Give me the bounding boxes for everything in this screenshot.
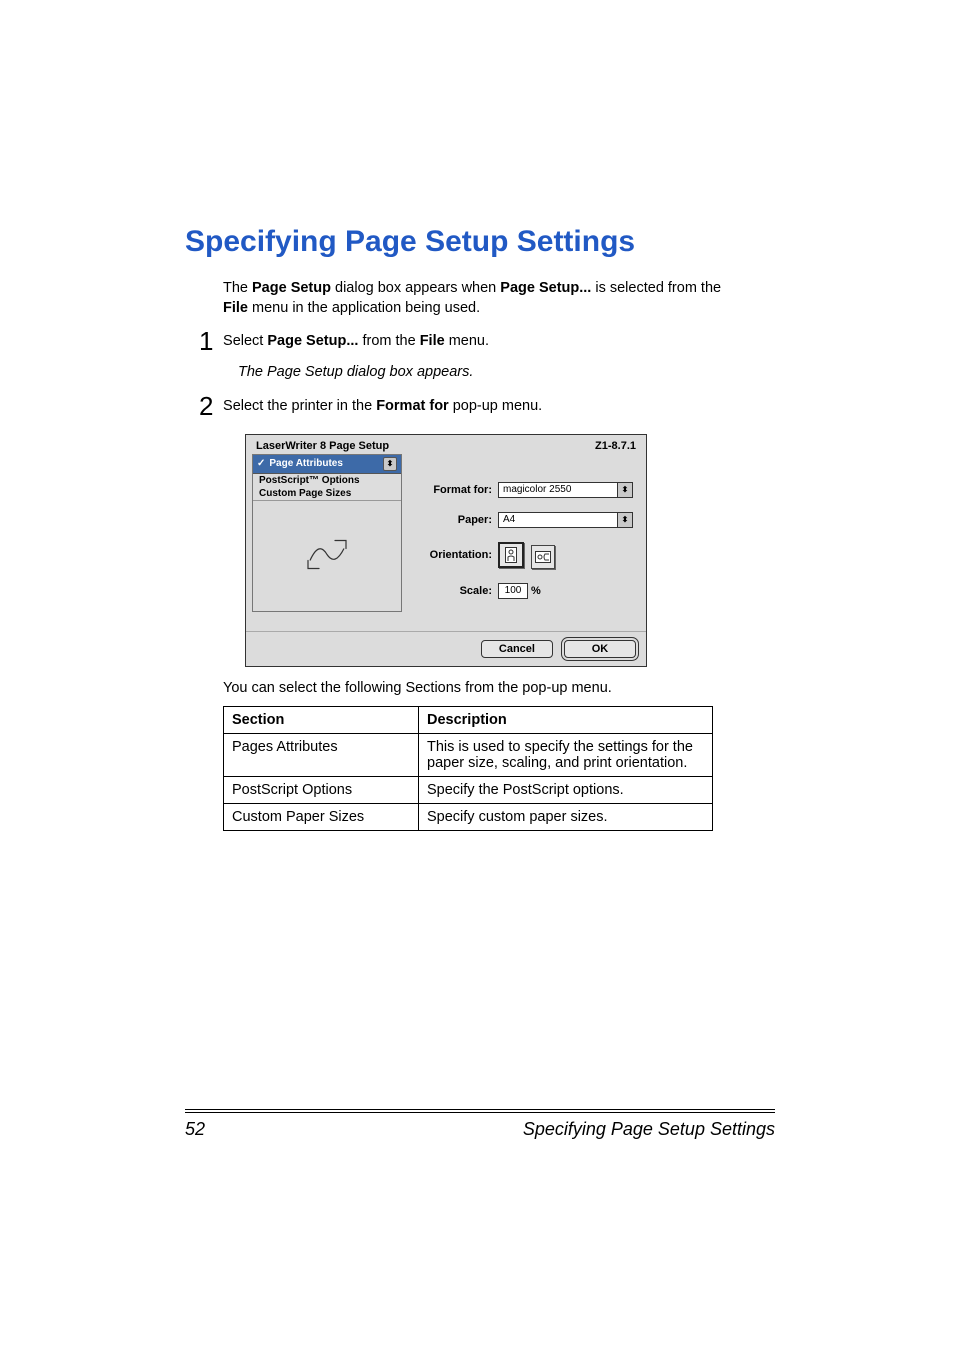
cell-description: This is used to specify the settings for…	[419, 734, 713, 777]
step-1: 1 Select Page Setup... from the File men…	[223, 324, 775, 383]
dialog-fields: Format for: magicolor 2550 ⬍ Paper: A4 ⬍	[402, 454, 646, 623]
scale-row: Scale: 100 %	[412, 583, 636, 599]
format-for-combo[interactable]: magicolor 2550 ⬍	[498, 482, 633, 498]
page-setup-dialog: LaserWriter 8 Page Setup Z1-8.7.1 ✓ Page …	[245, 434, 647, 667]
format-for-value: magicolor 2550	[498, 482, 618, 498]
menu-selected-label: Page Attributes	[269, 458, 343, 469]
text: from the	[358, 333, 419, 349]
orientation-label: Orientation:	[412, 549, 492, 561]
section-popup-menu[interactable]: ✓ Page Attributes ⬍ PostScript™ Options C…	[252, 454, 402, 612]
dialog-footer: Cancel OK	[246, 631, 646, 666]
menu-item-custom-sizes[interactable]: Custom Page Sizes	[253, 487, 401, 500]
bold-text: Format for	[376, 398, 449, 414]
table-row: Pages Attributes This is used to specify…	[224, 734, 713, 777]
page: Specifying Page Setup Settings The Page …	[0, 0, 954, 1350]
orientation-landscape-button[interactable]	[531, 545, 555, 569]
step-2: 2 Select the printer in the Format for p…	[223, 389, 775, 424]
dialog-titlebar: LaserWriter 8 Page Setup Z1-8.7.1	[246, 435, 646, 454]
dialog-body: ✓ Page Attributes ⬍ PostScript™ Options C…	[246, 454, 646, 631]
scale-unit: %	[531, 585, 541, 597]
ok-button[interactable]: OK	[564, 640, 636, 658]
page-heading: Specifying Page Setup Settings	[185, 225, 775, 259]
cell-section: Custom Paper Sizes	[224, 804, 419, 831]
page-footer: 52 Specifying Page Setup Settings	[185, 1112, 775, 1140]
step-text: Select Page Setup... from the File menu.	[223, 333, 489, 349]
step-number: 1	[199, 324, 219, 359]
text: Select	[223, 333, 267, 349]
table-row: PostScript Options Specify the PostScrip…	[224, 777, 713, 804]
text: pop-up menu.	[449, 398, 543, 414]
format-for-label: Format for:	[412, 484, 492, 496]
intro-bold-file: File	[223, 300, 248, 316]
text: menu.	[445, 333, 489, 349]
page-number: 52	[185, 1119, 205, 1140]
orientation-row: Orientation:	[412, 542, 636, 569]
cell-description: Specify the PostScript options.	[419, 777, 713, 804]
dialog-side-panel: ✓ Page Attributes ⬍ PostScript™ Options C…	[252, 454, 402, 623]
scale-label: Scale:	[412, 585, 492, 597]
paper-label: Paper:	[412, 514, 492, 526]
intro-bold-page-setup-dots: Page Setup...	[500, 280, 591, 296]
step-number: 2	[199, 389, 219, 424]
cell-description: Specify custom paper sizes.	[419, 804, 713, 831]
step-text: Select the printer in the Format for pop…	[223, 398, 542, 414]
footer-rule	[185, 1109, 775, 1110]
dialog-screenshot: LaserWriter 8 Page Setup Z1-8.7.1 ✓ Page …	[245, 434, 775, 667]
intro-paragraph: The Page Setup dialog box appears when P…	[223, 279, 775, 318]
page-preview-icon	[305, 534, 349, 577]
paper-value: A4	[498, 512, 618, 528]
scale-input[interactable]: 100	[498, 583, 528, 599]
text: Select the printer in the	[223, 398, 376, 414]
intro-text: is selected from the	[591, 280, 721, 296]
content-area: Specifying Page Setup Settings The Page …	[185, 225, 775, 831]
cell-section: Pages Attributes	[224, 734, 419, 777]
check-icon: ✓	[257, 458, 265, 469]
bold-text: File	[420, 333, 445, 349]
table-header-row: Section Description	[224, 707, 713, 734]
popup-note: You can select the following Sections fr…	[223, 679, 775, 699]
orientation-portrait-button[interactable]	[498, 542, 524, 568]
chevron-updown-icon[interactable]: ⬍	[618, 482, 633, 498]
paper-row: Paper: A4 ⬍	[412, 512, 636, 528]
cancel-button[interactable]: Cancel	[481, 640, 553, 658]
dialog-version: Z1-8.7.1	[595, 440, 636, 452]
menu-selected-item[interactable]: ✓ Page Attributes ⬍	[253, 455, 401, 474]
menu-item-postscript[interactable]: PostScript™ Options	[253, 474, 401, 487]
page-preview-area	[253, 500, 401, 611]
th-section: Section	[224, 707, 419, 734]
intro-bold-page-setup: Page Setup	[252, 280, 331, 296]
chevron-updown-icon[interactable]: ⬍	[618, 512, 633, 528]
footer-title: Specifying Page Setup Settings	[523, 1119, 775, 1140]
intro-text: The	[223, 280, 252, 296]
cell-section: PostScript Options	[224, 777, 419, 804]
orientation-buttons	[498, 542, 559, 569]
paper-combo[interactable]: A4 ⬍	[498, 512, 633, 528]
th-description: Description	[419, 707, 713, 734]
intro-text: menu in the application being used.	[248, 300, 480, 316]
dialog-title: LaserWriter 8 Page Setup	[256, 440, 389, 452]
bold-text: Page Setup...	[267, 333, 358, 349]
intro-text: dialog box appears when	[331, 280, 500, 296]
format-for-row: Format for: magicolor 2550 ⬍	[412, 482, 636, 498]
menu-selected-wrap: ✓ Page Attributes	[257, 458, 343, 469]
step-italic-note: The Page Setup dialog box appears.	[238, 363, 775, 383]
table-row: Custom Paper Sizes Specify custom paper …	[224, 804, 713, 831]
sections-table: Section Description Pages Attributes Thi…	[223, 706, 713, 831]
menu-stepper-icon[interactable]: ⬍	[383, 457, 397, 471]
